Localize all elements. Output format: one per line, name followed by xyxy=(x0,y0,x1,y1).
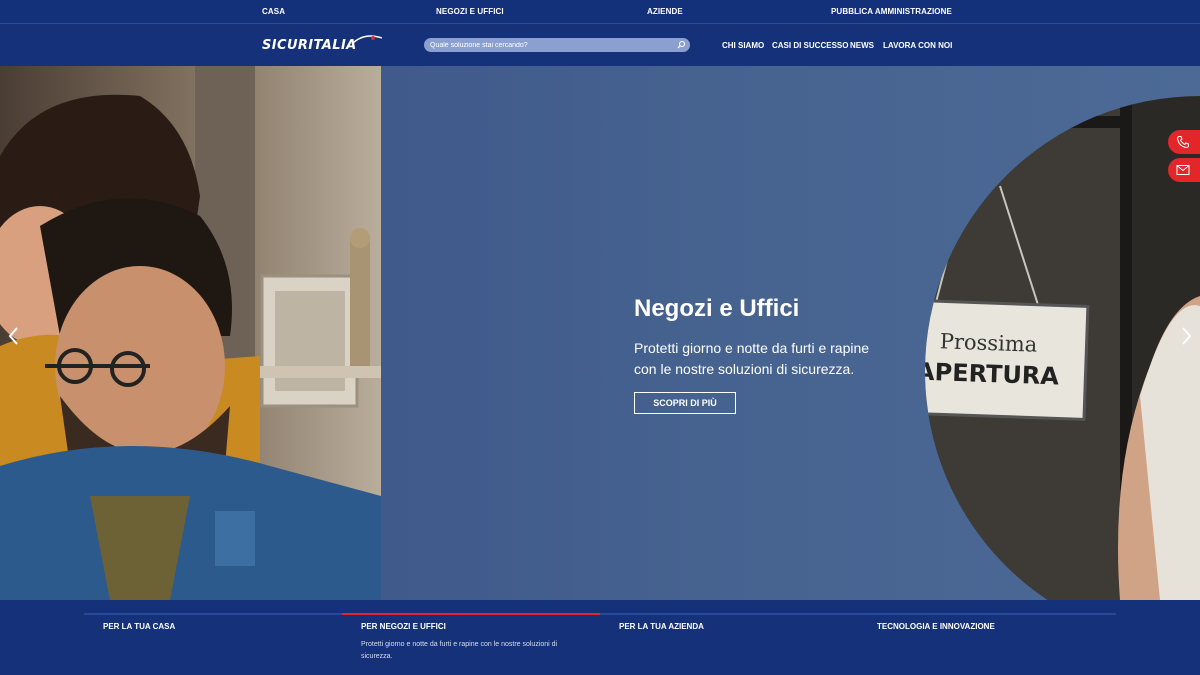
category-link-pubblica-amministrazione[interactable]: PUBBLICA AMMINISTRAZIONE xyxy=(831,7,952,16)
search-icon[interactable] xyxy=(676,40,686,50)
chevron-right-icon[interactable] xyxy=(1178,324,1194,348)
sign-text-apertura: APERTURA xyxy=(916,358,1060,391)
tab-indicator xyxy=(858,613,1116,615)
search-bar[interactable] xyxy=(424,38,690,52)
solutions-tabs: PER LA TUA CASA PER NEGOZI E UFFICI Prot… xyxy=(0,600,1200,675)
logo-swoosh-icon xyxy=(351,35,383,45)
tab-indicator-active xyxy=(342,613,600,615)
hero-photo-couple xyxy=(0,66,381,600)
tab-per-la-tua-azienda[interactable]: PER LA TUA AZIENDA xyxy=(600,600,858,675)
category-link-casa[interactable]: CASA xyxy=(262,7,285,16)
tab-label: PER LA TUA AZIENDA xyxy=(619,622,704,631)
tab-indicator xyxy=(600,613,858,615)
tab-indicator xyxy=(84,613,342,615)
hero-carousel: Prossima APERTURA Negozi e Uffici Protet… xyxy=(0,66,1200,600)
tab-label: PER LA TUA CASA xyxy=(103,622,176,631)
site-logo[interactable]: SICURITALIA xyxy=(262,35,388,55)
nav-link-casi-di-successo[interactable]: CASI DI SUCCESSO xyxy=(772,41,848,50)
hero-title: Negozi e Uffici xyxy=(634,295,800,322)
discover-more-button[interactable]: SCOPRI DI PIÙ xyxy=(634,392,736,414)
logo-text: SICURITALIA xyxy=(262,38,357,53)
mail-contact-button[interactable] xyxy=(1168,158,1200,182)
phone-icon xyxy=(1176,136,1189,149)
main-header: SICURITALIA CHI SIAMO CASI DI SUCCESSO N… xyxy=(0,24,1200,66)
top-category-bar: CASA NEGOZI E UFFICI AZIENDE PUBBLICA AM… xyxy=(0,0,1200,24)
nav-link-chi-siamo[interactable]: CHI SIAMO xyxy=(722,41,764,50)
nav-link-lavora-con-noi[interactable]: LAVORA CON NOI xyxy=(883,41,952,50)
tab-description: Protetti giorno e notte da furti e rapin… xyxy=(361,641,558,660)
hero-photo-shop-sign: Prossima APERTURA xyxy=(916,96,1200,600)
category-link-aziende[interactable]: AZIENDE xyxy=(647,7,683,16)
couple-illustration xyxy=(0,66,381,600)
tab-per-negozi-e-uffici[interactable]: PER NEGOZI E UFFICI Protetti giorno e no… xyxy=(342,600,600,675)
tab-label: PER NEGOZI E UFFICI xyxy=(361,622,446,631)
mail-icon xyxy=(1176,165,1190,175)
tab-per-la-tua-casa[interactable]: PER LA TUA CASA xyxy=(84,600,342,675)
chevron-left-icon[interactable] xyxy=(6,324,22,348)
nav-link-news[interactable]: NEWS xyxy=(850,41,874,50)
tab-label: TECNOLOGIA E INNOVAZIONE xyxy=(877,622,995,631)
tab-tecnologia-e-innovazione[interactable]: TECNOLOGIA E INNOVAZIONE xyxy=(858,600,1116,675)
hero-description: Protetti giorno e notte da furti e rapin… xyxy=(634,340,870,377)
category-link-negozi-uffici[interactable]: NEGOZI E UFFICI xyxy=(436,7,504,16)
sign-text-prossima: Prossima xyxy=(939,329,1037,356)
phone-contact-button[interactable] xyxy=(1168,130,1200,154)
search-input[interactable] xyxy=(430,38,670,52)
